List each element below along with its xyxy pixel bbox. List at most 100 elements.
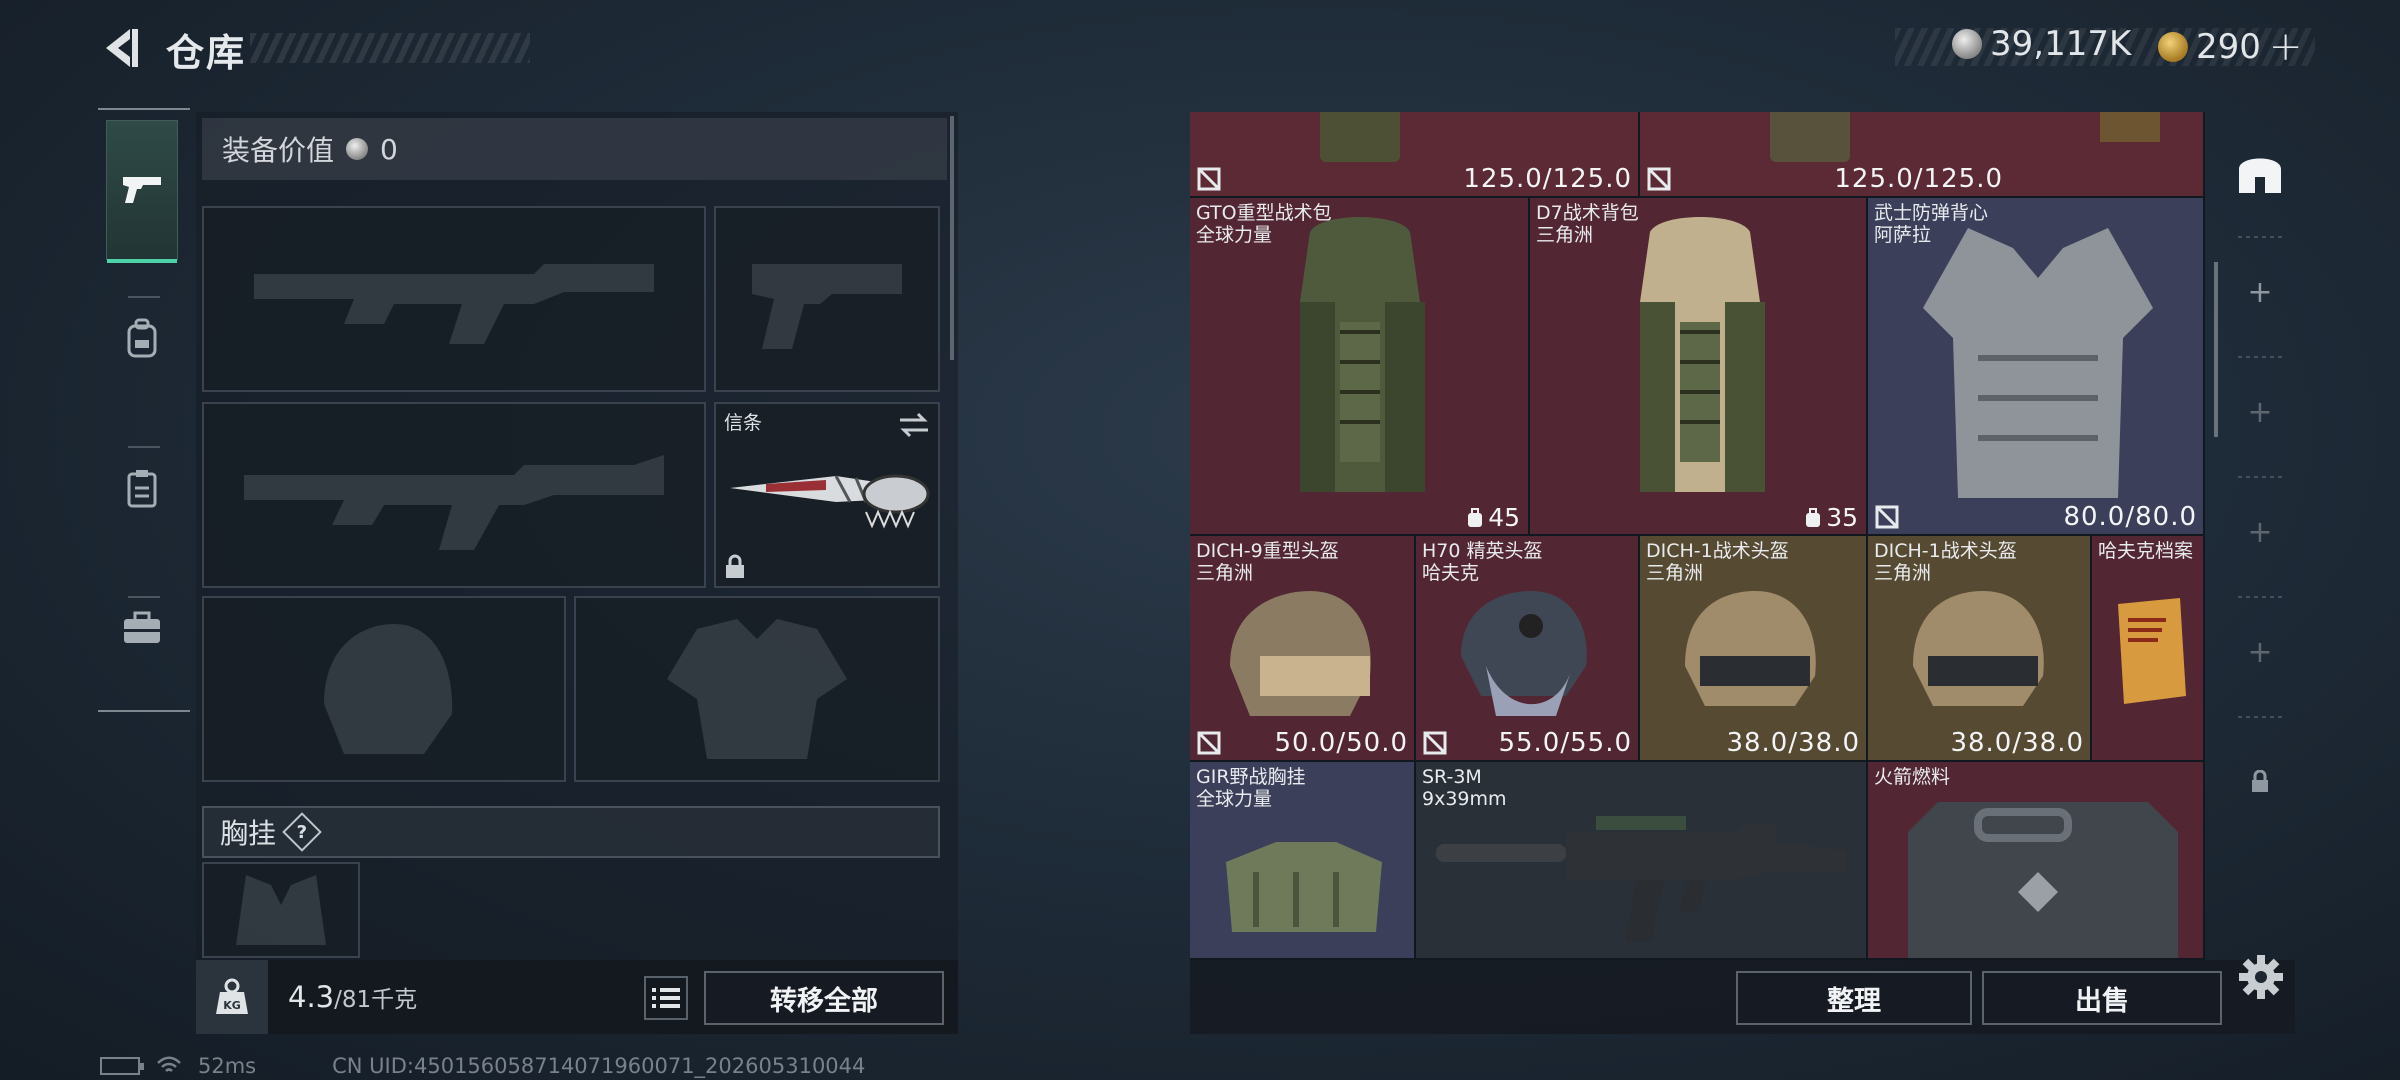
chest-rig-header: 胸挂 ? [202, 806, 940, 858]
storage-item[interactable]: 哈夫克档案 [2092, 536, 2205, 762]
folder-icon [2100, 112, 2160, 142]
no-repair-icon [1423, 731, 1447, 755]
fuel-canister-icon [1908, 802, 2178, 958]
wifi-icon [157, 1056, 181, 1072]
item-durability: 125.0/125.0 [1834, 164, 2003, 194]
category-weapons[interactable] [106, 120, 178, 263]
plus-icon: + [2247, 394, 2273, 430]
armor-slot[interactable] [574, 596, 940, 782]
storage-item-partial[interactable]: 125.0/125.0 [1640, 112, 2205, 198]
locked-storage-tab[interactable] [2224, 752, 2296, 812]
category-sidebar [98, 108, 190, 712]
storage-item[interactable]: GTO重型战术包 全球力量 45 [1190, 198, 1530, 536]
item-durability: 125.0/125.0 [1463, 164, 1632, 194]
melee-slot[interactable]: 信条 [714, 402, 940, 588]
list-view-button[interactable] [644, 976, 688, 1020]
warehouse-icon [2239, 158, 2281, 193]
gear-icon [2239, 955, 2283, 999]
storage-item[interactable]: H70 精英头盔 哈夫克 55.0/55.0 [1416, 536, 1640, 762]
add-storage-tab[interactable]: + [2224, 502, 2296, 562]
ticket-balance[interactable]: 290 + [2158, 24, 2302, 70]
svg-text:KG: KG [223, 999, 241, 1012]
secondary-weapon-slot[interactable] [202, 402, 706, 588]
chest-rig-slot[interactable] [202, 862, 360, 958]
user-uid: CN UID:450156058714071960071_20260531004… [332, 1054, 866, 1078]
no-repair-icon [1197, 731, 1221, 755]
ticket-icon [2158, 32, 2188, 62]
storage-item-partial[interactable]: 125.0/125.0 [1190, 112, 1640, 198]
swap-icon[interactable] [898, 412, 930, 438]
rifle-icon [1436, 816, 1846, 942]
organize-button[interactable]: 整理 [1736, 971, 1972, 1025]
equipment-value-label: 装备价值 [222, 134, 335, 167]
help-mark: ? [296, 821, 308, 843]
help-icon[interactable]: ? [282, 812, 322, 852]
storage-grid: 125.0/125.0 125.0/125.0 GTO重型战术包 全球力量 45 … [1190, 112, 2205, 960]
vest-icon [1923, 228, 2153, 498]
storage-tab-home[interactable] [2224, 142, 2296, 202]
helmet-icon [1685, 591, 1816, 706]
backpack-icon [1770, 112, 1850, 162]
no-repair-icon [1875, 505, 1899, 529]
helmet-icon [1230, 591, 1371, 716]
add-currency-icon[interactable]: + [2269, 24, 2303, 70]
settings-button[interactable] [2236, 952, 2286, 1002]
plus-icon: + [2247, 274, 2273, 310]
primary-weapon-slot[interactable] [202, 206, 706, 392]
item-durability: 38.0/38.0 [1950, 728, 2084, 758]
clipboard-icon [127, 470, 157, 508]
storage-item[interactable]: DICH-1战术头盔 三角洲 38.0/38.0 [1640, 536, 1868, 762]
no-repair-icon [1197, 167, 1221, 191]
category-case[interactable] [106, 558, 178, 698]
weight-max: /81千克 [334, 987, 418, 1013]
helmet-silhouette-icon [204, 598, 564, 780]
add-storage-tab[interactable]: + [2224, 382, 2296, 442]
add-storage-tab[interactable]: + [2224, 622, 2296, 682]
helmet-slot[interactable] [202, 596, 566, 782]
back-arrow-icon [106, 29, 138, 67]
rifle-silhouette-icon [204, 404, 704, 586]
rifle-silhouette-icon [204, 208, 704, 390]
storage-item[interactable]: D7战术背包 三角洲 35 [1530, 198, 1868, 536]
coin-value: 39,117K [1990, 24, 2132, 64]
coin-icon [1952, 29, 1982, 59]
chest-rig-label: 胸挂 [220, 817, 277, 850]
item-name: GIR野战胸挂 全球力量 [1196, 766, 1306, 810]
coin-icon [346, 138, 369, 160]
storage-item[interactable]: SR-3M 9x39mm [1416, 762, 1868, 960]
lock-icon [726, 554, 744, 578]
sell-button[interactable]: 出售 [1982, 971, 2222, 1025]
document-folder-icon [2118, 598, 2186, 704]
helmet-icon [1913, 591, 2044, 706]
back-button[interactable] [100, 25, 140, 71]
storage-item[interactable]: DICH-1战术头盔 三角洲 38.0/38.0 [1868, 536, 2092, 762]
vest-silhouette-icon [576, 598, 938, 780]
rail-separator [2238, 476, 2282, 478]
category-gear[interactable] [106, 268, 178, 408]
add-storage-tab[interactable]: + [2224, 262, 2296, 322]
chest-rig-silhouette-icon [204, 864, 358, 956]
category-vest[interactable] [106, 418, 178, 558]
storage-tabs-rail: + + + + [2224, 112, 2296, 1032]
storage-scrollbar[interactable] [2214, 262, 2218, 437]
loadout-scrollbar[interactable] [950, 116, 954, 360]
helmet-icon [1461, 591, 1587, 716]
weight-value: 4.3 [288, 980, 335, 1014]
ticket-value: 290 [2196, 27, 2261, 67]
storage-item[interactable]: 武士防弹背心 阿萨拉 80.0/80.0 [1868, 198, 2205, 536]
pistol-silhouette-icon [716, 208, 938, 390]
pistol-slot[interactable] [714, 206, 940, 392]
transfer-all-button[interactable]: 转移全部 [704, 971, 944, 1025]
weight-icon: KG [196, 960, 268, 1034]
item-capacity: 45 [1466, 503, 1520, 532]
item-capacity: 35 [1804, 503, 1858, 532]
storage-item[interactable]: 火箭燃料 [1868, 762, 2205, 960]
ping-value: 52ms [198, 1054, 257, 1078]
backpack-icon [127, 318, 157, 358]
melee-name: 信条 [724, 412, 763, 434]
storage-item[interactable]: DICH-9重型头盔 三角洲 50.0/50.0 [1190, 536, 1416, 762]
coin-balance: 39,117K [1952, 24, 2131, 64]
lock-icon [2252, 770, 2268, 792]
battery-icon [100, 1057, 144, 1075]
storage-item[interactable]: GIR野战胸挂 全球力量 [1190, 762, 1416, 960]
